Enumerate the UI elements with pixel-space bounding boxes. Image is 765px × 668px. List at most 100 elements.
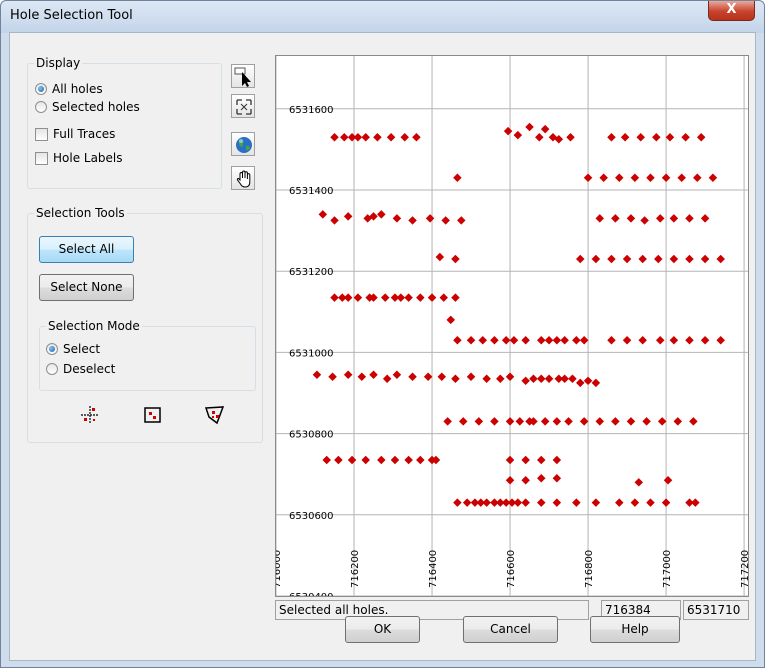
hole-point[interactable] <box>439 293 448 302</box>
hole-point[interactable] <box>700 335 710 345</box>
hole-point[interactable] <box>353 132 363 142</box>
hole-point[interactable] <box>503 126 513 136</box>
hole-point[interactable] <box>382 374 392 384</box>
globe-tool-button[interactable] <box>231 132 255 156</box>
hole-point[interactable] <box>513 130 523 140</box>
radio-all-holes-indicator[interactable] <box>35 83 47 95</box>
hole-point[interactable] <box>622 254 632 264</box>
hole-point[interactable] <box>357 372 367 381</box>
hole-point[interactable] <box>427 293 437 302</box>
hole-point[interactable] <box>572 335 581 345</box>
hole-point[interactable] <box>423 372 433 381</box>
hole-point[interactable] <box>353 293 363 302</box>
hole-point[interactable] <box>583 376 593 386</box>
check-hole-labels-box[interactable] <box>35 151 48 165</box>
hole-point[interactable] <box>330 293 339 302</box>
hole-point[interactable] <box>453 335 462 345</box>
hole-point[interactable] <box>700 214 710 223</box>
hole-point[interactable] <box>451 254 460 264</box>
hole-point[interactable] <box>408 216 417 225</box>
hole-point[interactable] <box>646 173 655 183</box>
hole-point[interactable] <box>591 254 601 264</box>
hole-point[interactable] <box>540 124 550 134</box>
hole-point[interactable] <box>328 372 337 381</box>
hole-point[interactable] <box>566 132 575 142</box>
hole-point[interactable] <box>521 476 530 485</box>
hole-point[interactable] <box>611 417 620 426</box>
hole-point[interactable] <box>505 372 515 381</box>
hole-point[interactable] <box>457 216 466 225</box>
hole-point[interactable] <box>441 216 450 225</box>
hole-point[interactable] <box>404 293 413 302</box>
hole-point[interactable] <box>373 132 382 142</box>
hole-point[interactable] <box>630 173 640 183</box>
hole-point[interactable] <box>361 455 370 465</box>
hole-point[interactable] <box>630 498 640 507</box>
hole-point[interactable] <box>638 335 647 345</box>
hole-point[interactable] <box>540 417 550 426</box>
hole-point[interactable] <box>568 374 577 384</box>
hole-point[interactable] <box>466 372 476 381</box>
hole-point[interactable] <box>334 455 343 465</box>
hole-point[interactable] <box>369 370 378 379</box>
check-hole-labels[interactable]: Hole Labels <box>35 151 123 165</box>
hole-point[interactable] <box>416 455 425 465</box>
hole-point[interactable] <box>677 173 686 183</box>
hole-point[interactable] <box>416 293 425 302</box>
rectangle-select-tool[interactable] <box>142 404 164 426</box>
hole-point[interactable] <box>669 335 679 345</box>
radio-deselect-indicator[interactable] <box>46 363 58 375</box>
hole-point[interactable] <box>377 455 386 465</box>
hole-point[interactable] <box>576 378 585 388</box>
hole-point[interactable] <box>634 478 644 487</box>
hole-point[interactable] <box>312 370 322 379</box>
hole-point[interactable] <box>425 214 435 223</box>
hole-point[interactable] <box>537 474 546 483</box>
hole-point[interactable] <box>435 252 445 262</box>
hole-point[interactable] <box>552 335 562 345</box>
hole-point[interactable] <box>626 417 636 426</box>
radio-all-holes[interactable]: All holes <box>35 82 103 96</box>
hole-point[interactable] <box>576 254 585 264</box>
hole-point[interactable] <box>521 455 530 465</box>
hole-point[interactable] <box>443 417 452 426</box>
hole-point[interactable] <box>685 254 694 264</box>
title-bar[interactable]: Hole Selection Tool X <box>1 1 764 33</box>
hole-point[interactable] <box>693 173 702 183</box>
hole-point[interactable] <box>579 335 589 345</box>
zoom-extents-tool-button[interactable] <box>231 94 255 118</box>
hole-point[interactable] <box>655 214 665 223</box>
hole-point[interactable] <box>636 132 645 142</box>
hole-point[interactable] <box>607 335 616 345</box>
hole-point[interactable] <box>482 498 491 507</box>
hole-point[interactable] <box>626 214 636 223</box>
hole-point[interactable] <box>595 214 605 223</box>
hole-point[interactable] <box>560 335 569 345</box>
hole-point[interactable] <box>615 498 624 507</box>
hole-point[interactable] <box>322 455 331 465</box>
hole-point[interactable] <box>544 335 554 345</box>
check-full-traces-box[interactable] <box>35 127 48 141</box>
hole-point[interactable] <box>515 417 525 426</box>
hole-point[interactable] <box>607 132 616 142</box>
hole-point[interactable] <box>640 216 649 225</box>
radio-deselect-mode[interactable]: Deselect <box>46 362 115 376</box>
hole-point[interactable] <box>386 132 396 142</box>
hole-point[interactable] <box>521 498 530 507</box>
hole-point[interactable] <box>340 132 349 142</box>
hole-point[interactable] <box>689 417 698 426</box>
hole-point[interactable] <box>525 122 534 132</box>
hole-point[interactable] <box>478 335 487 345</box>
close-button[interactable]: X <box>708 1 755 21</box>
hole-point[interactable] <box>591 378 601 388</box>
hole-point[interactable] <box>451 374 460 384</box>
hole-point[interactable] <box>451 293 460 302</box>
hole-point[interactable] <box>716 254 725 264</box>
hole-point[interactable] <box>572 498 581 507</box>
hole-point[interactable] <box>496 374 505 384</box>
hole-point[interactable] <box>453 498 462 507</box>
hole-point[interactable] <box>343 293 353 302</box>
pointer-tool-button[interactable] <box>231 64 255 88</box>
radio-select-mode[interactable]: Select <box>46 342 100 356</box>
hole-point[interactable] <box>505 417 515 426</box>
